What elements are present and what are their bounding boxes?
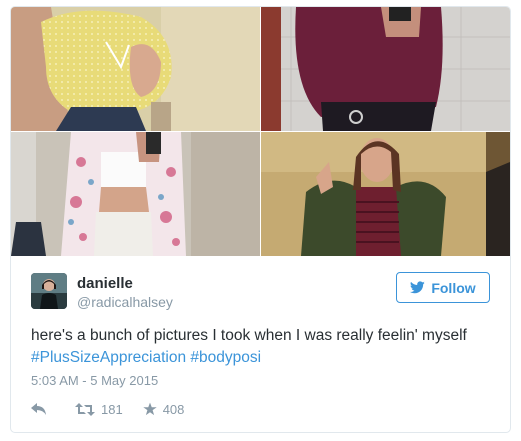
tweet-text: here's a bunch of pictures I took when I… [31, 325, 501, 369]
retweet-icon [75, 402, 95, 416]
twitter-bird-icon [410, 281, 426, 294]
hashtag-link[interactable]: #bodyposi [190, 349, 261, 366]
like-button[interactable]: 408 [142, 401, 185, 417]
avatar[interactable] [31, 273, 67, 309]
like-count: 408 [162, 401, 185, 417]
photo-grid [11, 7, 510, 256]
user-handle[interactable]: @radicalhalsey [77, 294, 173, 310]
photo-2[interactable] [261, 7, 510, 131]
like-star-icon [142, 402, 157, 416]
timestamp[interactable]: 5:03 AM - 5 May 2015 [31, 373, 158, 388]
photo-1[interactable] [11, 7, 260, 131]
display-name[interactable]: danielle [77, 275, 133, 292]
tweet-body: here's a bunch of pictures I took when I… [31, 327, 467, 344]
reply-icon [31, 403, 47, 415]
follow-button-label: Follow [431, 279, 476, 296]
follow-button[interactable]: Follow [396, 272, 490, 303]
reply-button[interactable] [31, 403, 47, 415]
photo-4[interactable] [261, 132, 510, 256]
photo-3[interactable] [11, 132, 260, 256]
hashtag-link[interactable]: #PlusSizeAppreciation [31, 349, 186, 366]
tweet-actions: 181 408 [31, 400, 184, 418]
retweet-button[interactable]: 181 [75, 402, 123, 417]
tweet-card: danielle @radicalhalsey Follow here's a … [10, 6, 511, 433]
retweet-count: 181 [101, 401, 123, 417]
